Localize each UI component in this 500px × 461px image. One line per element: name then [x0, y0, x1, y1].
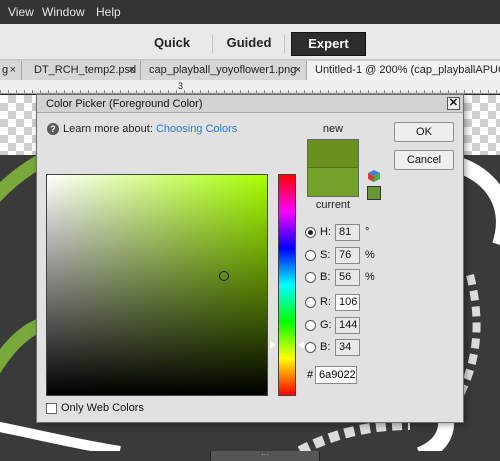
tab-label: DT_RCH_temp2.psd	[34, 64, 137, 76]
percent-unit: %	[365, 271, 375, 283]
hue-slider[interactable]	[278, 174, 296, 396]
brightness-radio[interactable]	[305, 272, 316, 283]
dialog-title: Color Picker (Foreground Color)	[46, 98, 203, 110]
ok-button[interactable]: OK	[394, 122, 454, 142]
menu-window[interactable]: Window	[42, 5, 85, 19]
cancel-button[interactable]: Cancel	[394, 150, 454, 170]
mode-divider	[284, 35, 285, 53]
document-tab[interactable]: g ×	[0, 61, 22, 80]
tab-label: cap_playball_yoyoflower1.png	[149, 64, 297, 76]
brightness-field[interactable]: 56	[335, 269, 360, 286]
tab-close-icon[interactable]: ×	[129, 61, 135, 79]
new-color-label: new	[322, 123, 344, 135]
web-safe-cube-icon[interactable]	[367, 169, 381, 183]
document-tab-active[interactable]: Untitled-1 @ 200% (cap_playballAPUC-e.pn…	[307, 61, 500, 80]
learn-more-text: Learn more about: Choosing Colors	[63, 123, 237, 135]
tab-label: g	[2, 64, 9, 76]
green-radio[interactable]	[305, 320, 316, 331]
mode-expert-button[interactable]: Expert	[291, 32, 366, 56]
hue-field[interactable]: 81	[335, 224, 360, 241]
blue-field[interactable]: 34	[335, 339, 360, 356]
mode-guided-button[interactable]: Guided	[220, 32, 278, 56]
document-tab[interactable]: cap_playball_yoyoflower1.png ×	[141, 61, 307, 80]
hex-label: #	[307, 369, 314, 381]
hex-field[interactable]: 6a9022	[315, 366, 357, 384]
degree-unit: °	[365, 226, 370, 238]
mode-divider	[212, 35, 213, 53]
mode-bar: Quick Guided Expert	[0, 24, 500, 60]
red-field[interactable]: 106	[335, 294, 360, 311]
document-tab-bar: g × DT_RCH_temp2.psd × cap_playball_yoyo…	[0, 60, 500, 80]
close-icon[interactable]: ✕	[447, 97, 460, 110]
brightness-label: B:	[320, 271, 331, 283]
web-safe-color-swatch[interactable]	[367, 186, 381, 200]
only-web-colors-label: Only Web Colors	[61, 402, 144, 414]
hue-slider-handle-left[interactable]	[270, 341, 276, 349]
menu-bar: View Window Help	[0, 0, 500, 24]
saturation-brightness-field[interactable]	[46, 174, 268, 396]
red-radio[interactable]	[305, 297, 316, 308]
new-color-swatch	[308, 140, 358, 168]
mode-quick-button[interactable]: Quick	[144, 32, 200, 56]
learn-more-label: Learn more about:	[63, 123, 153, 135]
green-field[interactable]: 144	[335, 317, 360, 334]
choosing-colors-link[interactable]: Choosing Colors	[156, 123, 237, 135]
color-picker-dialog: Color Picker (Foreground Color) ✕ ? Lear…	[36, 94, 464, 423]
help-icon: ?	[47, 123, 59, 135]
menu-view[interactable]: View	[8, 5, 34, 19]
saturation-field[interactable]: 76	[335, 247, 360, 264]
color-picker-cursor[interactable]	[219, 271, 229, 281]
hue-radio[interactable]	[305, 227, 316, 238]
green-label: G:	[320, 319, 332, 331]
saturation-label: S:	[320, 249, 331, 261]
saturation-radio[interactable]	[305, 250, 316, 261]
current-color-label: current	[315, 199, 351, 211]
panel-resize-grip[interactable]: ···	[210, 451, 320, 461]
dialog-title-bar[interactable]: Color Picker (Foreground Color) ✕	[37, 95, 463, 113]
percent-unit: %	[365, 249, 375, 261]
horizontal-ruler: 3	[0, 80, 500, 94]
hue-label: H:	[320, 226, 331, 238]
only-web-colors-checkbox[interactable]	[46, 403, 57, 414]
blue-label: B:	[320, 341, 331, 353]
red-label: R:	[320, 296, 331, 308]
hue-slider-handle-right[interactable]	[298, 341, 304, 349]
tab-close-icon[interactable]: ×	[10, 61, 16, 79]
status-bar: ···	[0, 451, 500, 461]
tab-close-icon[interactable]: ×	[295, 61, 301, 79]
tab-label: Untitled-1 @ 200% (cap_playballAPUC-e.pn…	[315, 64, 500, 76]
menu-help[interactable]: Help	[96, 5, 121, 19]
current-color-swatch[interactable]	[308, 168, 358, 196]
color-compare-swatch	[307, 139, 359, 197]
blue-radio[interactable]	[305, 342, 316, 353]
document-tab[interactable]: DT_RCH_temp2.psd ×	[22, 61, 141, 80]
ruler-number: 3	[178, 81, 184, 91]
